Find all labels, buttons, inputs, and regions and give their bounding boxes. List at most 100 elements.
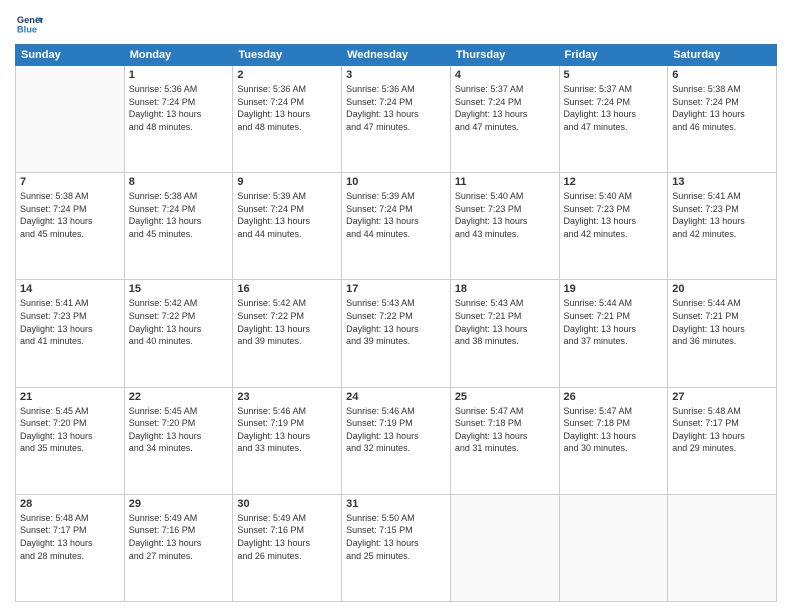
day-number: 22 — [129, 391, 229, 403]
day-info: Sunrise: 5:50 AM Sunset: 7:15 PM Dayligh… — [346, 512, 446, 562]
day-cell: 18 Sunrise: 5:43 AM Sunset: 7:21 PM Dayli… — [450, 280, 559, 387]
header-cell-saturday: Saturday — [668, 45, 777, 66]
day-cell: 14 Sunrise: 5:41 AM Sunset: 7:23 PM Dayli… — [16, 280, 125, 387]
day-number: 21 — [20, 391, 120, 403]
day-number: 13 — [672, 176, 772, 188]
day-info: Sunrise: 5:42 AM Sunset: 7:22 PM Dayligh… — [129, 297, 229, 347]
day-cell: 26 Sunrise: 5:47 AM Sunset: 7:18 PM Dayli… — [559, 387, 668, 494]
day-info: Sunrise: 5:49 AM Sunset: 7:16 PM Dayligh… — [237, 512, 337, 562]
day-number: 10 — [346, 176, 446, 188]
week-row-1: 1 Sunrise: 5:36 AM Sunset: 7:24 PM Daylig… — [16, 66, 777, 173]
day-info: Sunrise: 5:44 AM Sunset: 7:21 PM Dayligh… — [672, 297, 772, 347]
header-cell-thursday: Thursday — [450, 45, 559, 66]
day-info: Sunrise: 5:36 AM Sunset: 7:24 PM Dayligh… — [346, 83, 446, 133]
day-cell: 6 Sunrise: 5:38 AM Sunset: 7:24 PM Daylig… — [668, 66, 777, 173]
day-number: 16 — [237, 283, 337, 295]
day-cell: 9 Sunrise: 5:39 AM Sunset: 7:24 PM Daylig… — [233, 173, 342, 280]
svg-text:Blue: Blue — [17, 24, 37, 34]
day-cell — [16, 66, 125, 173]
day-info: Sunrise: 5:43 AM Sunset: 7:21 PM Dayligh… — [455, 297, 555, 347]
day-cell: 5 Sunrise: 5:37 AM Sunset: 7:24 PM Daylig… — [559, 66, 668, 173]
calendar-body: 1 Sunrise: 5:36 AM Sunset: 7:24 PM Daylig… — [16, 66, 777, 602]
header-row: SundayMondayTuesdayWednesdayThursdayFrid… — [16, 45, 777, 66]
day-cell: 17 Sunrise: 5:43 AM Sunset: 7:22 PM Dayli… — [342, 280, 451, 387]
day-cell: 3Sunrise: 5:36 AM Sunset: 7:24 PM Daylig… — [342, 66, 451, 173]
day-cell: 1 Sunrise: 5:36 AM Sunset: 7:24 PM Daylig… — [124, 66, 233, 173]
day-info: Sunrise: 5:39 AM Sunset: 7:24 PM Dayligh… — [237, 190, 337, 240]
day-number: 20 — [672, 283, 772, 295]
day-info: Sunrise: 5:49 AM Sunset: 7:16 PM Dayligh… — [129, 512, 229, 562]
day-info: Sunrise: 5:39 AM Sunset: 7:24 PM Dayligh… — [346, 190, 446, 240]
day-number: 19 — [564, 283, 664, 295]
day-number: 30 — [237, 498, 337, 510]
day-cell: 16 Sunrise: 5:42 AM Sunset: 7:22 PM Dayli… — [233, 280, 342, 387]
day-number: 9 — [237, 176, 337, 188]
day-cell: 23 Sunrise: 5:46 AM Sunset: 7:19 PM Dayli… — [233, 387, 342, 494]
header-cell-wednesday: Wednesday — [342, 45, 451, 66]
day-cell: 10 Sunrise: 5:39 AM Sunset: 7:24 PM Dayli… — [342, 173, 451, 280]
day-cell: 8 Sunrise: 5:38 AM Sunset: 7:24 PM Daylig… — [124, 173, 233, 280]
day-info: Sunrise: 5:36 AM Sunset: 7:24 PM Dayligh… — [129, 83, 229, 133]
day-number: 25 — [455, 391, 555, 403]
day-info: Sunrise: 5:47 AM Sunset: 7:18 PM Dayligh… — [455, 405, 555, 455]
day-number: 27 — [672, 391, 772, 403]
day-cell: 11Sunrise: 5:40 AM Sunset: 7:23 PM Dayli… — [450, 173, 559, 280]
day-info: Sunrise: 5:46 AM Sunset: 7:19 PM Dayligh… — [237, 405, 337, 455]
day-cell — [668, 494, 777, 601]
day-info: Sunrise: 5:42 AM Sunset: 7:22 PM Dayligh… — [237, 297, 337, 347]
day-cell: 2 Sunrise: 5:36 AM Sunset: 7:24 PM Daylig… — [233, 66, 342, 173]
day-info: Sunrise: 5:38 AM Sunset: 7:24 PM Dayligh… — [20, 190, 120, 240]
day-info: Sunrise: 5:37 AM Sunset: 7:24 PM Dayligh… — [455, 83, 555, 133]
day-info: Sunrise: 5:46 AM Sunset: 7:19 PM Dayligh… — [346, 405, 446, 455]
day-number: 2 — [237, 69, 337, 81]
day-cell: 19 Sunrise: 5:44 AM Sunset: 7:21 PM Dayli… — [559, 280, 668, 387]
day-number: 14 — [20, 283, 120, 295]
day-info: Sunrise: 5:43 AM Sunset: 7:22 PM Dayligh… — [346, 297, 446, 347]
day-cell: 24 Sunrise: 5:46 AM Sunset: 7:19 PM Dayli… — [342, 387, 451, 494]
day-number: 29 — [129, 498, 229, 510]
day-info: Sunrise: 5:41 AM Sunset: 7:23 PM Dayligh… — [672, 190, 772, 240]
day-number: 24 — [346, 391, 446, 403]
logo: General Blue — [15, 10, 47, 38]
day-info: Sunrise: 5:40 AM Sunset: 7:23 PM Dayligh… — [455, 190, 555, 240]
day-cell: 21Sunrise: 5:45 AM Sunset: 7:20 PM Dayli… — [16, 387, 125, 494]
day-info: Sunrise: 5:48 AM Sunset: 7:17 PM Dayligh… — [672, 405, 772, 455]
day-info: Sunrise: 5:48 AM Sunset: 7:17 PM Dayligh… — [20, 512, 120, 562]
day-number: 1 — [129, 69, 229, 81]
week-row-3: 14 Sunrise: 5:41 AM Sunset: 7:23 PM Dayli… — [16, 280, 777, 387]
day-number: 6 — [672, 69, 772, 81]
day-info: Sunrise: 5:37 AM Sunset: 7:24 PM Dayligh… — [564, 83, 664, 133]
day-number: 23 — [237, 391, 337, 403]
day-cell: 28 Sunrise: 5:48 AM Sunset: 7:17 PM Dayli… — [16, 494, 125, 601]
day-info: Sunrise: 5:41 AM Sunset: 7:23 PM Dayligh… — [20, 297, 120, 347]
day-cell: 27 Sunrise: 5:48 AM Sunset: 7:17 PM Dayli… — [668, 387, 777, 494]
day-number: 28 — [20, 498, 120, 510]
logo-icon: General Blue — [15, 10, 43, 38]
day-info: Sunrise: 5:40 AM Sunset: 7:23 PM Dayligh… — [564, 190, 664, 240]
week-row-5: 28 Sunrise: 5:48 AM Sunset: 7:17 PM Dayli… — [16, 494, 777, 601]
day-info: Sunrise: 5:44 AM Sunset: 7:21 PM Dayligh… — [564, 297, 664, 347]
day-cell: 29 Sunrise: 5:49 AM Sunset: 7:16 PM Dayli… — [124, 494, 233, 601]
day-info: Sunrise: 5:47 AM Sunset: 7:18 PM Dayligh… — [564, 405, 664, 455]
day-cell: 4 Sunrise: 5:37 AM Sunset: 7:24 PM Daylig… — [450, 66, 559, 173]
day-number: 18 — [455, 283, 555, 295]
day-cell: 25 Sunrise: 5:47 AM Sunset: 7:18 PM Dayli… — [450, 387, 559, 494]
day-number: 5 — [564, 69, 664, 81]
day-cell: 7 Sunrise: 5:38 AM Sunset: 7:24 PM Daylig… — [16, 173, 125, 280]
week-row-2: 7 Sunrise: 5:38 AM Sunset: 7:24 PM Daylig… — [16, 173, 777, 280]
day-info: Sunrise: 5:38 AM Sunset: 7:24 PM Dayligh… — [672, 83, 772, 133]
day-number: 15 — [129, 283, 229, 295]
day-number: 17 — [346, 283, 446, 295]
header-cell-monday: Monday — [124, 45, 233, 66]
day-number: 8 — [129, 176, 229, 188]
header-cell-tuesday: Tuesday — [233, 45, 342, 66]
day-info: Sunrise: 5:38 AM Sunset: 7:24 PM Dayligh… — [129, 190, 229, 240]
calendar-header: SundayMondayTuesdayWednesdayThursdayFrid… — [16, 45, 777, 66]
day-number: 4 — [455, 69, 555, 81]
day-cell: 20 Sunrise: 5:44 AM Sunset: 7:21 PM Dayli… — [668, 280, 777, 387]
day-info: Sunrise: 5:36 AM Sunset: 7:24 PM Dayligh… — [237, 83, 337, 133]
header-cell-sunday: Sunday — [16, 45, 125, 66]
day-number: 26 — [564, 391, 664, 403]
day-number: 7 — [20, 176, 120, 188]
calendar-page: General Blue SundayMondayTuesdayWednesda… — [0, 0, 792, 612]
